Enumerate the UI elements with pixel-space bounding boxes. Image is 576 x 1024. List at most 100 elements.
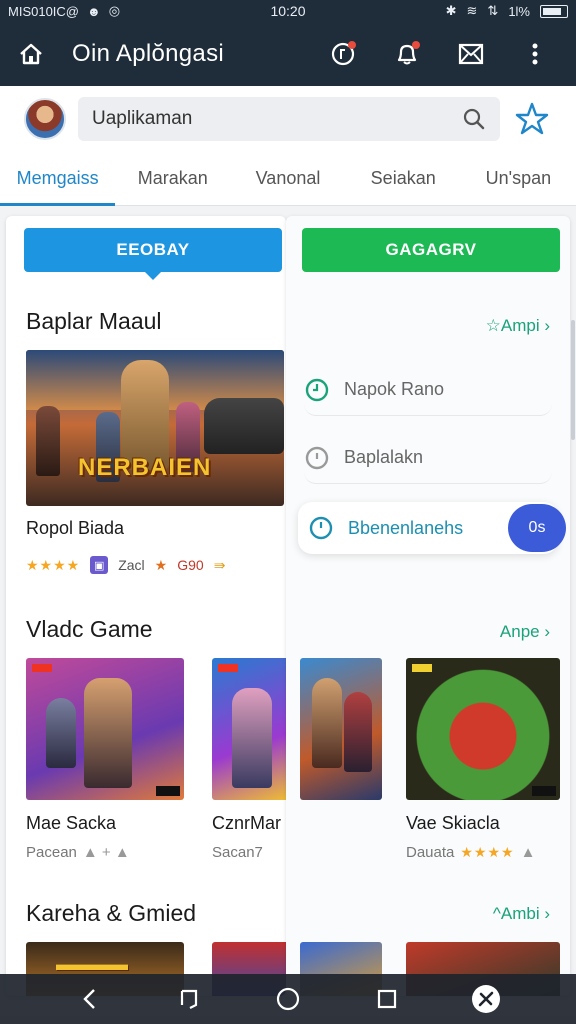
thumb-label — [532, 786, 556, 796]
list-item-label: Baplalakn — [344, 447, 424, 467]
avatar[interactable] — [24, 98, 66, 140]
tools-icon[interactable] — [471, 984, 501, 1014]
signal-icon: ⇅ — [487, 3, 499, 18]
share-icon[interactable]: ▲ — [521, 844, 536, 861]
game-sub: Pacean — [26, 844, 77, 861]
tab-vanonal[interactable]: Vanonal — [230, 152, 345, 206]
notification-icon: ☻ — [87, 3, 101, 19]
primary-blue-button[interactable]: EEOBAY — [24, 228, 282, 280]
tab-seiakan[interactable]: Seiakan — [346, 152, 461, 206]
list-item-label: Bbenenlanehs — [348, 517, 464, 538]
favorite-star-icon[interactable] — [512, 101, 552, 137]
bluetooth-icon: ✱ — [445, 3, 457, 18]
thumb-label — [156, 786, 180, 796]
search-input[interactable]: Uaplikaman — [78, 97, 500, 141]
purple-badge-icon: ▣ — [90, 556, 109, 574]
status-bar: MIS010IC@ ☻ ◎ 10:20 ✱ ≋ ⇅ 1l% — [0, 0, 576, 22]
rating-stars: ★★★★ — [460, 844, 515, 860]
battery-label: 1l% — [508, 3, 530, 19]
tab-unspan[interactable]: Un'span — [461, 152, 576, 206]
game-thumbnail[interactable] — [26, 658, 184, 800]
app-bar: Oin Aplŏngasi — [0, 22, 576, 86]
mail-icon[interactable] — [456, 39, 486, 69]
left-panel: EEOBAY Baplar Maaul NERBAIEN Ropol Biada… — [6, 216, 286, 996]
feature-game-name[interactable]: Ropol Biada — [26, 518, 124, 539]
notification-dot — [412, 41, 420, 49]
feature-logo: NERBAIEN — [78, 454, 212, 481]
status-pill[interactable]: 0s — [508, 504, 566, 552]
clock-icon — [309, 516, 333, 540]
game-thumbnail[interactable] — [300, 658, 382, 800]
right-panel: GAGAGRV ☆Ampi › Napok Rano Baplalakn Bbe… — [286, 216, 570, 996]
list-item-label: Napok Rano — [344, 379, 445, 399]
list-item[interactable]: Napok Rano — [304, 364, 552, 416]
clock-icon — [305, 378, 329, 401]
bell-icon[interactable] — [392, 39, 422, 69]
primary-green-button[interactable]: GAGAGRV — [302, 228, 560, 272]
thumb-character — [344, 692, 372, 772]
section-title-baplar: Baplar Maaul — [26, 308, 162, 334]
thumb-logo: ▬▬▬▬ — [56, 954, 128, 974]
game-sub-row: Pacean ▲ + ▲ — [26, 844, 130, 861]
game-name[interactable]: CznrMar — [212, 813, 281, 834]
game-thumbnail[interactable] — [212, 658, 286, 800]
feature-car — [204, 398, 284, 454]
thumb-character — [312, 678, 342, 768]
status-time: 10:20 — [270, 3, 306, 19]
rating-stars: ★★★★ — [26, 556, 81, 573]
recent-back-icon[interactable] — [174, 984, 204, 1014]
more-link[interactable]: ☆Ampi › — [486, 316, 550, 336]
back-icon[interactable] — [75, 984, 105, 1014]
app-title: Oin Aplŏngasi — [72, 40, 225, 67]
feature-rating-row: ★★★★ ▣ Zacl ★ G90 ⇛ — [26, 556, 225, 574]
section-title-kareha: Kareha & Gmied — [26, 900, 197, 926]
battery-icon — [540, 4, 568, 18]
tab-memgaiss[interactable]: Memgaiss — [0, 152, 116, 206]
list-item-selected[interactable]: Bbenenlanehs 0s — [298, 502, 566, 554]
game-name[interactable]: Mae Sacka — [26, 813, 116, 834]
more-link[interactable]: Anpe › — [500, 622, 550, 642]
game-sub: Dauata — [406, 844, 455, 861]
thumb-tag — [412, 664, 432, 672]
recents-square-icon[interactable] — [372, 984, 402, 1014]
featured-game-image[interactable]: NERBAIEN — [26, 350, 284, 506]
badge-text: Zacl — [118, 557, 145, 573]
refresh-icon[interactable] — [328, 39, 358, 69]
alarm-icon: ◎ — [108, 3, 121, 18]
home-icon[interactable] — [16, 39, 46, 69]
scrollbar[interactable] — [571, 320, 575, 440]
home-circle-icon[interactable] — [273, 984, 303, 1014]
notification-dot — [348, 41, 356, 49]
app-actions — [328, 39, 550, 69]
arrow-icon[interactable]: ⇛ — [214, 557, 226, 574]
search-value: Uaplikaman — [92, 108, 193, 129]
price-star-icon: ★ — [154, 556, 168, 573]
game-sub-row: Dauata ★★★★ ▲ — [406, 844, 535, 861]
thumb-character — [84, 678, 132, 788]
share-icon[interactable]: ▲ + ▲ — [83, 844, 130, 861]
circle-icon — [305, 446, 329, 469]
game-sub-row: Sacan7 — [212, 844, 263, 861]
status-left: MIS010IC@ ☻ ◎ — [8, 3, 208, 19]
thumb-tag — [218, 664, 238, 672]
thumb-character — [46, 698, 76, 768]
list-item[interactable]: Baplalakn — [304, 432, 552, 484]
price-text: G90 — [177, 557, 204, 573]
tab-bar: Memgaiss Marakan Vanonal Seiakan Un'span — [0, 152, 576, 206]
more-link[interactable]: ^Ambi › — [493, 904, 550, 924]
section-title-vladc: Vladc Game — [26, 616, 153, 642]
system-nav-bar — [0, 974, 576, 1024]
thumb-tag — [32, 664, 52, 672]
status-text: MIS010IC@ — [8, 3, 79, 19]
game-sub: Sacan7 — [212, 844, 263, 861]
status-right: ✱ ≋ ⇅ 1l% — [368, 3, 568, 19]
feature-character — [36, 406, 60, 476]
more-vert-icon[interactable] — [520, 39, 550, 69]
search-row: Uaplikaman — [0, 86, 576, 152]
game-thumbnail[interactable] — [406, 658, 560, 800]
search-icon[interactable] — [462, 107, 486, 131]
thumb-character — [232, 688, 272, 788]
tab-marakan[interactable]: Marakan — [115, 152, 230, 206]
wifi-icon: ≋ — [466, 3, 478, 18]
game-name[interactable]: Vae Skiacla — [406, 813, 500, 834]
